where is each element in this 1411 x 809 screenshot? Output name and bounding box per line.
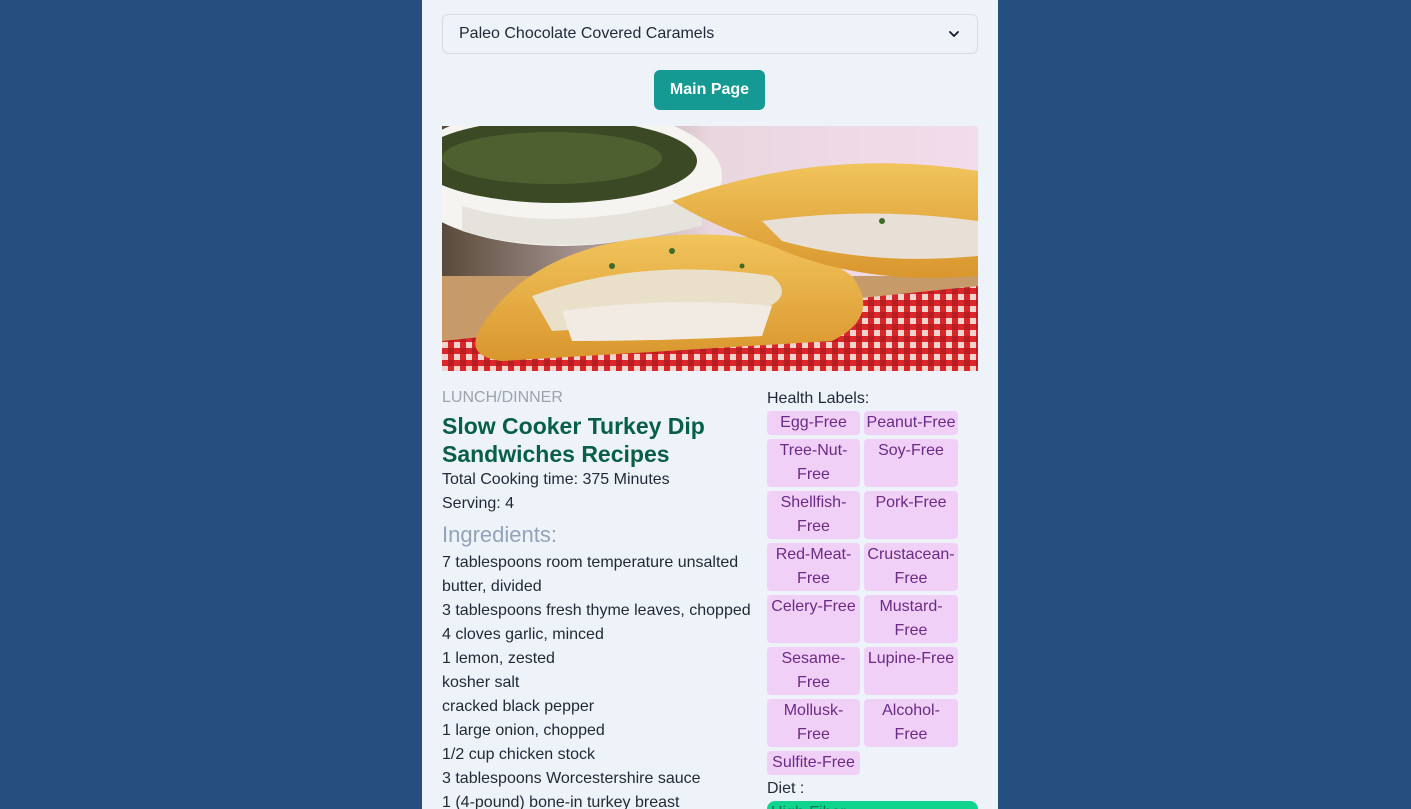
health-label: Egg-Free: [767, 411, 860, 435]
health-label: Alcohol-Free: [864, 699, 958, 747]
ingredient-item: 1 (4-pound) bone-in turkey breast: [442, 794, 680, 809]
ingredient-item: 3 tablespoons Worcestershire sauce: [442, 770, 701, 787]
health-label: Sulfite-Free: [767, 751, 860, 775]
recipe-select-value: Paleo Chocolate Covered Caramels: [459, 25, 715, 42]
total-cooking-time: Total Cooking time: 375 Minutes: [442, 471, 670, 488]
health-label: Red-Meat-Free: [767, 543, 860, 591]
ingredient-item: 7 tablespoons room temperature unsalted …: [442, 554, 739, 595]
recipe-panel: Paleo Chocolate Covered Caramels Main Pa…: [422, 0, 998, 809]
diet-heading: Diet :: [767, 780, 805, 797]
ingredients-list: 7 tablespoons room temperature unsalted …: [442, 551, 764, 809]
health-label: Sesame-Free: [767, 647, 860, 695]
recipe-select[interactable]: Paleo Chocolate Covered Caramels: [442, 14, 978, 54]
ingredient-item: 1 large onion, chopped: [442, 722, 605, 739]
labels-column: Health Labels: Egg-Free Peanut-Free Tree…: [767, 389, 978, 809]
diet-label: High-Fiber: [767, 801, 978, 809]
serving: Serving: 4: [442, 495, 515, 512]
recipe-title: Slow Cooker Turkey Dip Sandwiches Recipe…: [442, 413, 705, 467]
health-labels-heading: Health Labels:: [767, 390, 870, 407]
health-label: Tree-Nut-Free: [767, 439, 860, 487]
ingredient-item: 3 tablespoons fresh thyme leaves, choppe…: [442, 602, 751, 619]
health-label: Celery-Free: [767, 595, 860, 643]
ingredients-heading: Ingredients:: [442, 522, 557, 547]
meal-type: LUNCH/DINNER: [442, 389, 563, 406]
health-labels: Egg-Free Peanut-Free Tree-Nut-Free Soy-F…: [767, 411, 978, 775]
health-label: Mustard-Free: [864, 595, 958, 643]
health-label: Crustacean-Free: [864, 543, 958, 591]
health-label: Lupine-Free: [864, 647, 958, 695]
health-label: Pork-Free: [864, 491, 958, 539]
chevron-down-icon: [949, 31, 959, 37]
health-label: Mollusk-Free: [767, 699, 860, 747]
ingredient-item: 1 lemon, zested: [442, 650, 555, 667]
recipe-image: [442, 126, 978, 371]
health-label: Shellfish-Free: [767, 491, 860, 539]
main-page-button[interactable]: Main Page: [654, 70, 765, 110]
ingredient-item: kosher salt: [442, 674, 520, 691]
health-label: Soy-Free: [864, 439, 958, 487]
ingredient-item: cracked black pepper: [442, 698, 595, 715]
ingredient-item: 4 cloves garlic, minced: [442, 626, 604, 643]
ingredient-item: 1/2 cup chicken stock: [442, 746, 595, 763]
health-label: Peanut-Free: [864, 411, 958, 435]
recipe-details: LUNCH/DINNER Slow Cooker Turkey Dip Sand…: [442, 389, 764, 809]
